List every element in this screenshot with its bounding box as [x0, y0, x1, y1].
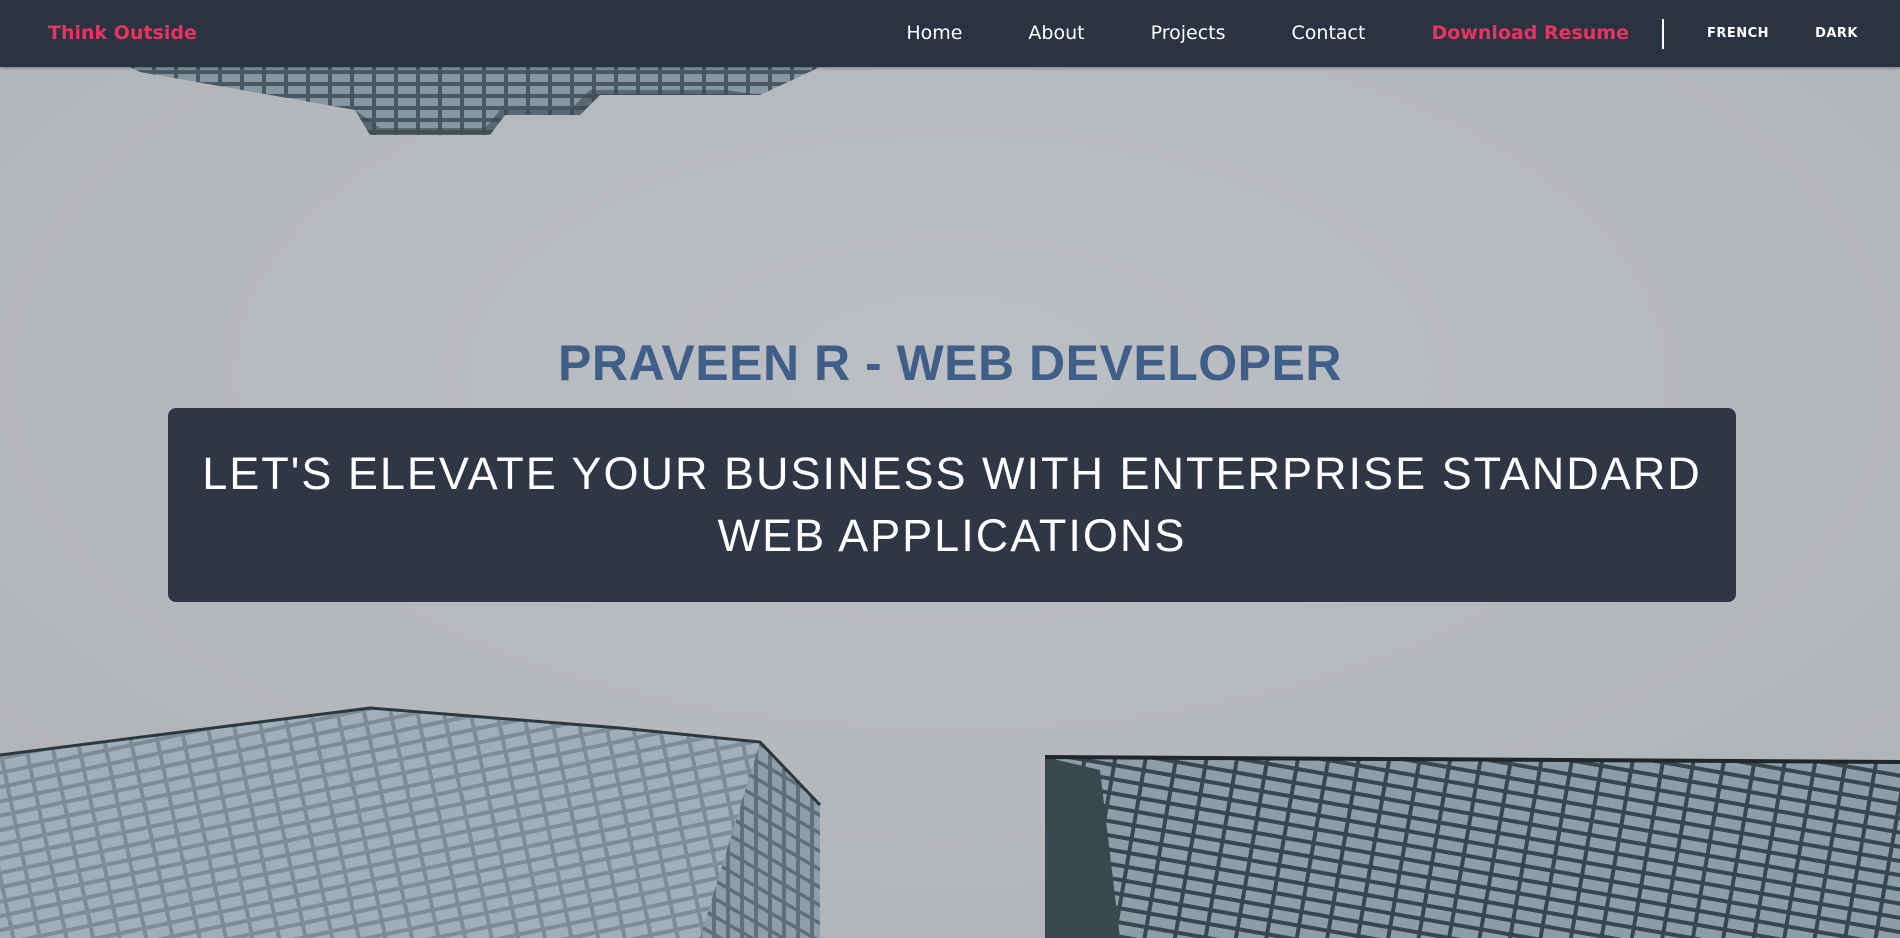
nav-divider — [1661, 18, 1664, 49]
language-toggle[interactable]: FRENCH — [1707, 0, 1769, 67]
hero-title: PRAVEEN R - WEB DEVELOPER — [558, 335, 1342, 391]
nav-links: Home About Projects Contact Download Res… — [906, 0, 1900, 67]
hero-tagline-box: LET'S ELEVATE YOUR BUSINESS WITH ENTERPR… — [168, 408, 1736, 602]
page: Think Outside Home About Projects Contac… — [0, 0, 1900, 938]
nav-link-about[interactable]: About — [1028, 0, 1084, 67]
nav-link-projects[interactable]: Projects — [1151, 0, 1226, 67]
brand-logo-link[interactable]: Think Outside — [48, 0, 197, 67]
top-navbar: Think Outside Home About Projects Contac… — [0, 0, 1900, 67]
theme-toggle[interactable]: DARK — [1815, 0, 1858, 67]
hero-tagline: LET'S ELEVATE YOUR BUSINESS WITH ENTERPR… — [202, 448, 1702, 561]
nav-link-home[interactable]: Home — [906, 0, 962, 67]
download-resume-link[interactable]: Download Resume — [1431, 0, 1629, 67]
nav-link-contact[interactable]: Contact — [1292, 0, 1366, 67]
